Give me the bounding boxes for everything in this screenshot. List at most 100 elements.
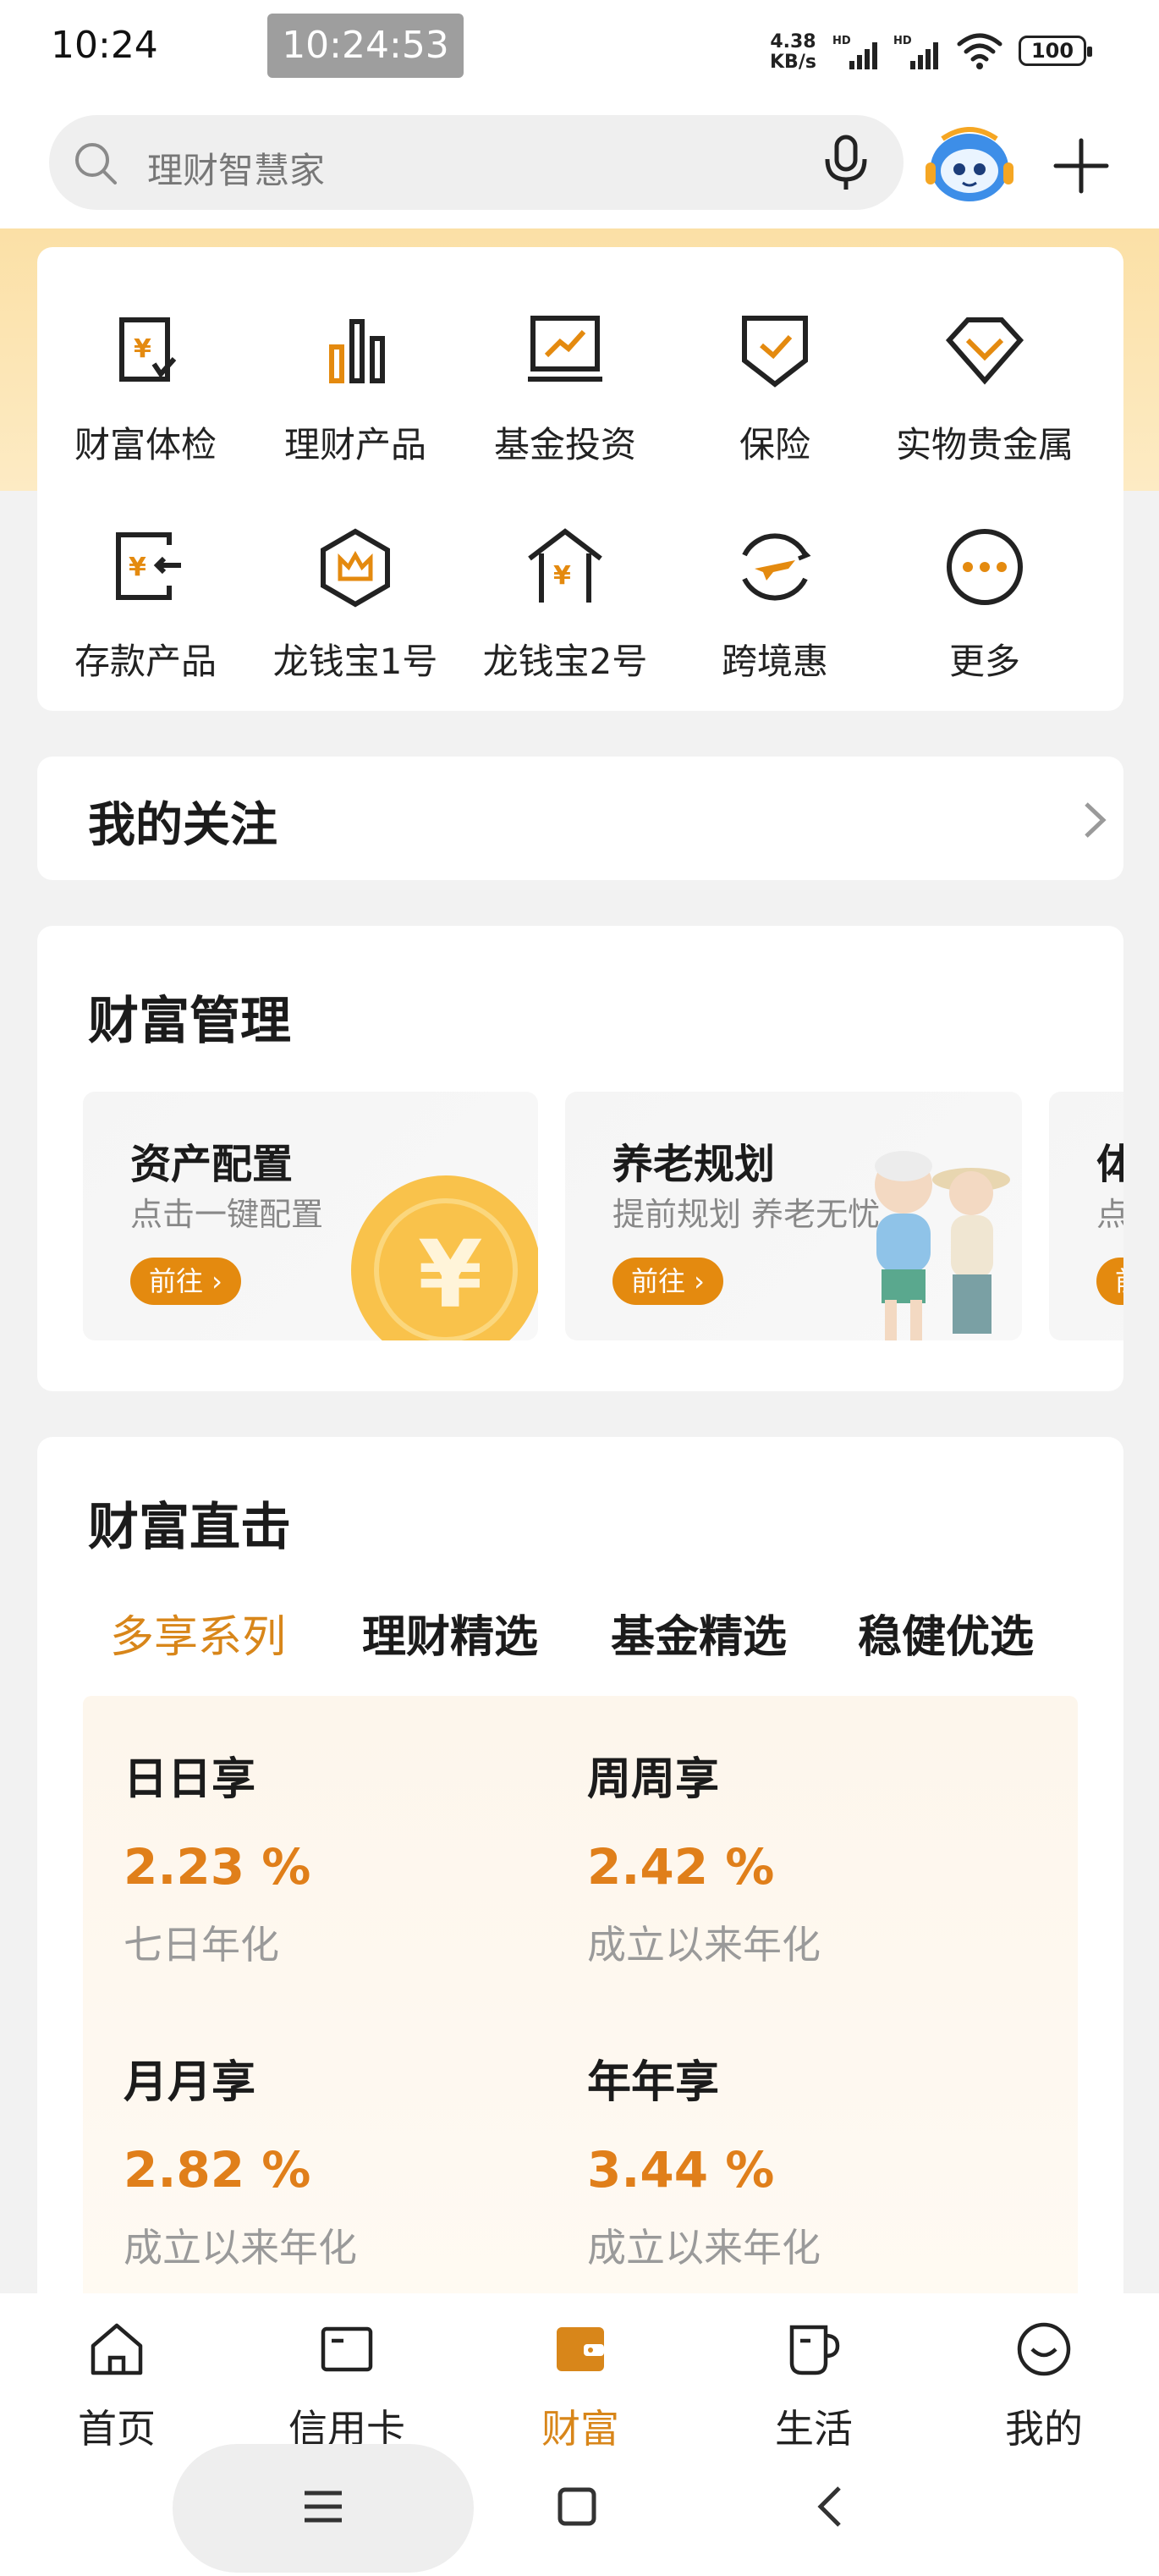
- sim1-label: HD: [832, 35, 851, 47]
- my-follow-row[interactable]: 我的关注: [37, 757, 1123, 880]
- tab-fund-selection[interactable]: 基金精选: [611, 1601, 787, 1665]
- my-follow-title: 我的关注: [88, 798, 277, 853]
- service-longqianbao-1[interactable]: 龙钱宝1号: [250, 525, 460, 711]
- service-cross-border[interactable]: 跨境惠: [670, 525, 880, 711]
- tile-subtitle: 提前规划 养老无忧: [612, 1196, 881, 1233]
- product-rate-desc: 成立以来年化: [124, 2225, 357, 2271]
- service-insurance[interactable]: 保险: [670, 308, 880, 494]
- sim2-label: HD: [893, 35, 912, 47]
- add-icon[interactable]: [1051, 135, 1112, 196]
- bar-chart-icon: [329, 319, 385, 383]
- service-label: 龙钱宝1号: [272, 641, 438, 682]
- screen-record-timer[interactable]: 10:24:53: [267, 14, 464, 78]
- network-speed-value: 4.38: [770, 31, 816, 52]
- product-rate-desc: 七日年化: [124, 1922, 279, 1968]
- crown-hexagon-icon: [321, 528, 390, 608]
- service-label: 保险: [739, 424, 810, 465]
- product-rate: 3.44 %: [587, 2141, 775, 2199]
- network-speed-unit: KB/s: [770, 52, 816, 73]
- tile-title: 养老规划: [612, 1141, 776, 1188]
- diamond-icon: [945, 317, 1024, 385]
- service-label: 跨境惠: [721, 641, 828, 682]
- service-precious-metals[interactable]: 实物贵金属: [880, 308, 1090, 494]
- wifi-icon: [957, 33, 1002, 69]
- nav-label: 财富: [541, 2406, 619, 2452]
- service-label: 龙钱宝2号: [482, 641, 648, 682]
- section-title: 财富直击: [88, 1498, 291, 1557]
- tile-subtitle: 点: [1096, 1196, 1123, 1233]
- status-time: 10:24: [51, 24, 158, 67]
- service-label: 财富体检: [74, 424, 217, 465]
- partial-tile[interactable]: 体 点 前: [1049, 1092, 1123, 1340]
- go-button[interactable]: 前往 ›: [612, 1258, 723, 1305]
- product-name: 月月享: [124, 2057, 256, 2108]
- service-label: 存款产品: [74, 641, 217, 682]
- tile-subtitle: 点击一键配置: [130, 1196, 324, 1233]
- nav-mine[interactable]: 我的: [959, 2309, 1129, 2461]
- status-bar: 10:24 10:24:53 4.38 KB/s HD HD 100: [0, 0, 1159, 102]
- product-rate-desc: 成立以来年化: [587, 1922, 821, 1968]
- wallet-icon: [557, 2327, 604, 2371]
- tile-title: 资产配置: [130, 1141, 294, 1188]
- deposit-icon: ¥: [116, 532, 181, 600]
- tab-duoxiang-series[interactable]: 多享系列: [110, 1601, 286, 1665]
- asset-allocation-card[interactable]: ¥ 资产配置 点击一键配置 前往 ›: [83, 1092, 538, 1340]
- product-panel: 日日享 2.23 % 七日年化 周周享 2.42 % 成立以来年化 月月享 2.…: [83, 1696, 1078, 2334]
- search-header: 理财智慧家: [0, 102, 1159, 228]
- signal-strength-icon: HD: [832, 35, 877, 69]
- service-deposit[interactable]: ¥ 存款产品: [41, 525, 250, 711]
- tab-stable-selection[interactable]: 稳健优选: [858, 1601, 1034, 1665]
- nav-home[interactable]: 首页: [32, 2309, 201, 2461]
- cup-icon: [789, 2325, 840, 2375]
- home-square-icon[interactable]: [552, 2481, 602, 2532]
- product-name: 年年享: [587, 2057, 720, 2108]
- service-more[interactable]: 更多: [880, 525, 1090, 711]
- insurance-shield-icon: [742, 316, 808, 388]
- service-fund-investment[interactable]: 基金投资: [460, 308, 670, 494]
- nav-life[interactable]: 生活: [729, 2309, 898, 2461]
- product-rate: 2.82 %: [124, 2141, 311, 2199]
- chevron-right-icon: [1085, 802, 1107, 838]
- product-card[interactable]: 年年享 3.44 % 成立以来年化: [587, 2046, 1044, 2334]
- yuan-house-icon: ¥: [528, 528, 602, 603]
- search-icon: [75, 143, 117, 184]
- service-label: 理财产品: [283, 424, 426, 465]
- product-card[interactable]: 周周享 2.42 % 成立以来年化: [587, 1743, 1044, 2031]
- more-dots-icon: [947, 529, 1023, 605]
- gold-coin-icon: ¥: [351, 1175, 538, 1340]
- product-rate: 2.42 %: [587, 1838, 775, 1896]
- fund-chart-icon: [528, 316, 602, 382]
- product-rate-desc: 成立以来年化: [587, 2225, 821, 2271]
- nav-wealth[interactable]: 财富: [496, 2309, 665, 2461]
- credit-card-icon: [321, 2326, 373, 2372]
- nav-credit-card[interactable]: 信用卡: [262, 2309, 431, 2461]
- assistant-avatar-icon[interactable]: [922, 115, 1017, 210]
- tab-wealth-selection[interactable]: 理财精选: [362, 1601, 538, 1665]
- product-card[interactable]: 月月享 2.82 % 成立以来年化: [124, 2046, 580, 2334]
- bottom-navigation: 首页 信用卡 财富 生活 我的: [0, 2293, 1159, 2576]
- smiley-icon: [1017, 2322, 1071, 2376]
- service-grid: ¥ 财富体检 理财产品 基金投资 保险 实物贵金属 ¥ 存款产品 龙钱宝1号 ¥…: [37, 247, 1123, 711]
- plane-icon: [742, 533, 811, 601]
- go-button[interactable]: 前: [1096, 1258, 1123, 1305]
- search-bar[interactable]: 理财智慧家: [49, 115, 904, 210]
- microphone-icon[interactable]: [821, 134, 871, 193]
- signal-strength-2-icon: HD: [893, 35, 938, 69]
- service-wealth-products[interactable]: 理财产品: [250, 308, 460, 494]
- retirement-planning-card[interactable]: 养老规划 提前规划 养老无忧 前往 ›: [565, 1092, 1022, 1340]
- go-button[interactable]: 前往 ›: [130, 1258, 241, 1305]
- nav-label: 生活: [775, 2406, 853, 2452]
- product-name: 日日享: [124, 1754, 256, 1805]
- nav-label: 我的: [1005, 2406, 1083, 2452]
- wealth-checkup-icon: ¥: [119, 317, 177, 382]
- tile-title: 体: [1096, 1141, 1123, 1188]
- wealth-direct-section: 财富直击 多享系列 理财精选 基金精选 稳健优选 日日享 2.23 % 七日年化…: [37, 1437, 1123, 2334]
- svg-text:¥: ¥: [129, 553, 146, 582]
- product-card[interactable]: 日日享 2.23 % 七日年化: [124, 1743, 580, 2031]
- search-input[interactable]: 理财智慧家: [147, 142, 325, 194]
- wealth-management-section: 财富管理 ¥ 资产配置 点击一键配置 前往 › 养老规划 提前规划 养老无忧 前…: [37, 926, 1123, 1391]
- menu-icon[interactable]: [298, 2481, 349, 2532]
- service-longqianbao-2[interactable]: ¥ 龙钱宝2号: [460, 525, 670, 711]
- back-icon[interactable]: [807, 2481, 858, 2532]
- service-wealth-checkup[interactable]: ¥ 财富体检: [41, 308, 250, 494]
